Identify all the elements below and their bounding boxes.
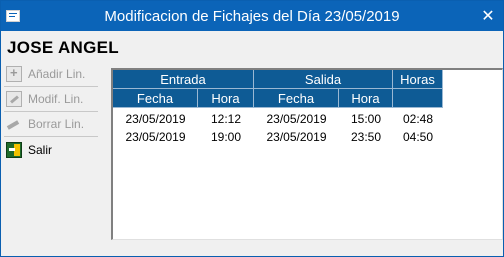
cell-fecha-salida: 23/05/2019 [266, 112, 327, 126]
cell-horas: 02:48 [402, 112, 434, 126]
add-line-icon [6, 65, 22, 82]
cell-hora-salida: 23:50 [350, 130, 382, 144]
window-title: Modificacion de Fichajes del Día 23/05/2… [104, 8, 400, 25]
delete-line-button[interactable]: Borrar Lin. [4, 112, 98, 137]
header-salida: Salida [254, 70, 393, 89]
add-line-label: Añadir Lin. [28, 67, 86, 81]
action-sidebar: Añadir Lin. Modif. Lin. Borrar Lin. Sali… [4, 62, 98, 162]
cell-fecha-entrada: 23/05/2019 [125, 112, 186, 126]
employee-name: JOSE ANGEL [7, 38, 119, 57]
cell-horas: 04:50 [402, 130, 434, 144]
exit-label: Salir [28, 142, 53, 157]
exit-door-icon [6, 141, 22, 158]
punches-grid[interactable]: Entrada Salida Horas Fecha Hora Fecha Ho… [111, 68, 503, 240]
header-fecha-entrada: Fecha [113, 89, 198, 108]
cell-hora-entrada: 12:12 [210, 112, 242, 126]
cell-hora-salida: 15:00 [350, 112, 382, 126]
header-fecha-salida: Fecha [254, 89, 339, 108]
header-horas-sub [393, 89, 443, 108]
exit-button[interactable]: Salir [4, 137, 98, 162]
edit-line-icon [6, 91, 22, 107]
cell-fecha-entrada: 23/05/2019 [125, 130, 186, 144]
header-horas: Horas [393, 70, 443, 89]
edit-line-button[interactable]: Modif. Lin. [4, 87, 98, 112]
cell-hora-entrada: 19:00 [210, 130, 242, 144]
dialog-window: Modificacion de Fichajes del Día 23/05/2… [0, 0, 504, 257]
cell-fecha-salida: 23/05/2019 [266, 130, 327, 144]
header-entrada: Entrada [113, 70, 254, 89]
header-hora-entrada: Hora [198, 89, 254, 108]
delete-line-label: Borrar Lin. [28, 117, 85, 131]
close-button[interactable]: ✕ [473, 1, 503, 31]
title-bar[interactable]: Modificacion de Fichajes del Día 23/05/2… [1, 1, 503, 31]
header-hora-salida: Hora [339, 89, 393, 108]
eraser-icon [6, 116, 22, 132]
edit-line-label: Modif. Lin. [28, 92, 84, 106]
add-line-button[interactable]: Añadir Lin. [4, 62, 98, 87]
